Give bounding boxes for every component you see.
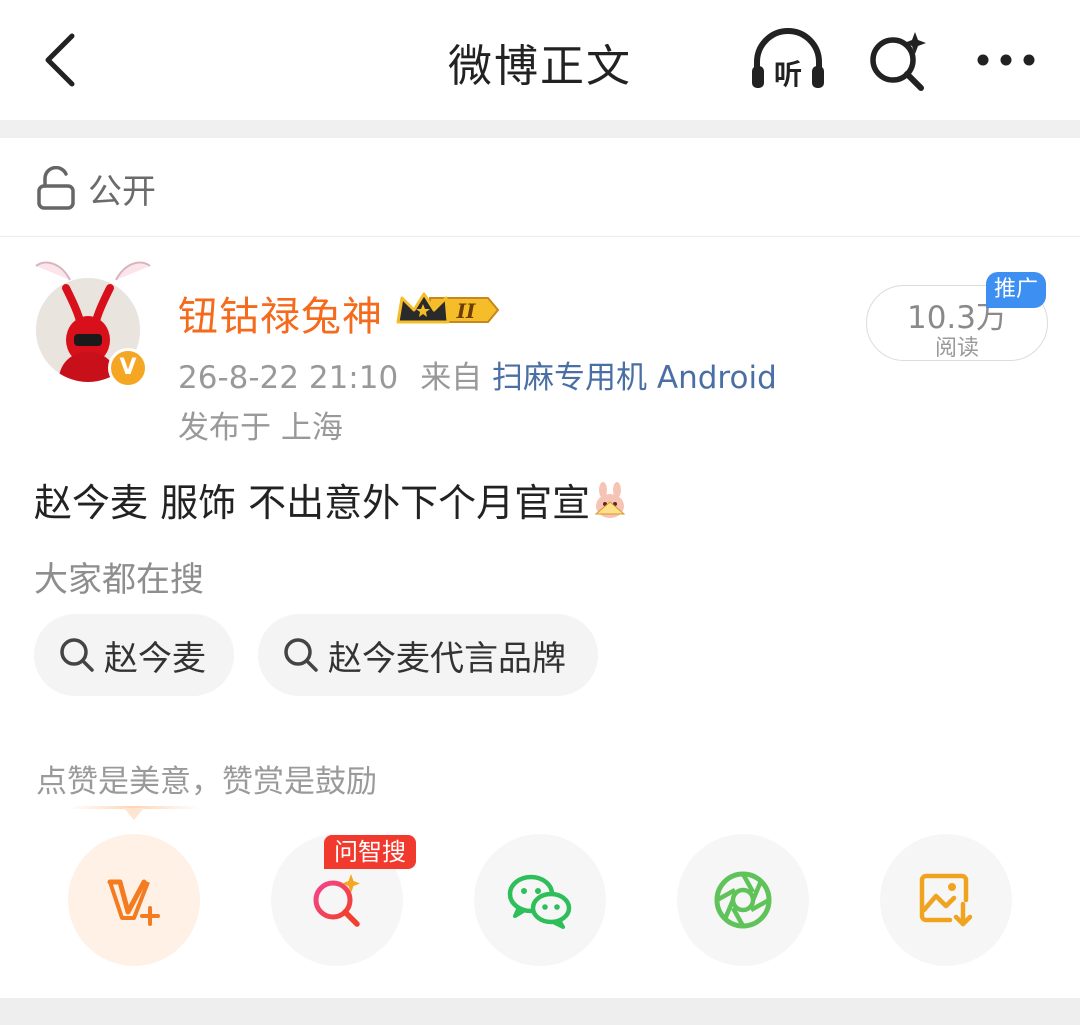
ai-search-icon — [870, 32, 926, 91]
moments-icon — [714, 871, 772, 929]
ai-search-icon — [313, 874, 360, 927]
search-chip-1[interactable]: 赵今麦 — [34, 614, 234, 696]
wechat-share-button[interactable] — [474, 834, 606, 966]
visibility-row: 公开 — [0, 138, 1080, 237]
save-image-icon — [919, 873, 973, 927]
trending-search-title: 大家都在搜 — [34, 560, 204, 600]
crown-icon: II — [396, 292, 500, 324]
svg-text:听: 听 — [774, 58, 802, 91]
search-icon — [284, 638, 318, 672]
post-timestamp: 26-8-22 21:10 — [178, 360, 399, 396]
post-meta: 26-8-22 21:10 来自 扫麻专用机 Android — [178, 352, 777, 397]
wechat-icon — [507, 874, 572, 929]
vip-plus-icon — [107, 879, 160, 926]
read-label: 阅读 — [934, 336, 979, 361]
ask-zhisou-badge: 问智搜 — [324, 835, 416, 869]
promote-tag[interactable]: 推广 — [986, 272, 1046, 308]
verified-badge: V — [108, 348, 148, 388]
moments-share-button[interactable] — [677, 834, 809, 966]
top-nav-bar: 微博正文 听 — [0, 0, 1080, 120]
level-text: II — [456, 299, 476, 323]
rabbit-fan-emoji-icon — [594, 482, 626, 518]
post-text: 赵今麦 服饰 不出意外下个月官宣 — [34, 481, 591, 525]
post-source[interactable]: 扫麻专用机 Android — [492, 360, 777, 396]
search-button[interactable] — [858, 28, 938, 92]
active-pointer — [124, 808, 144, 820]
more-dots-icon — [977, 54, 1035, 66]
post-body: 赵今麦 服饰 不出意外下个月官宣 — [34, 472, 630, 527]
author-avatar[interactable]: V — [28, 258, 158, 388]
search-icon — [60, 638, 94, 672]
save-image-button[interactable] — [880, 834, 1012, 966]
search-chip-label: 赵今麦 — [104, 638, 206, 679]
more-button[interactable] — [966, 28, 1046, 92]
listen-button[interactable]: 听 — [748, 28, 828, 92]
search-chip-label: 赵今麦代言品牌 — [328, 638, 566, 679]
visibility-label: 公开 — [88, 172, 156, 212]
member-level-badge[interactable]: II — [394, 288, 504, 332]
search-chip-2[interactable]: 赵今麦代言品牌 — [258, 614, 598, 696]
author-name[interactable]: 钮钴禄兔神 — [178, 284, 383, 342]
listen-headphone-icon: 听 — [752, 28, 824, 91]
section-divider — [0, 120, 1080, 138]
vip-plus-button[interactable] — [68, 834, 200, 966]
reward-tip: 点赞是美意，赞赏是鼓励 — [36, 764, 377, 800]
bottom-divider — [0, 998, 1080, 1025]
source-prefix: 来自 — [420, 360, 483, 396]
post-location: 发布于 上海 — [178, 410, 343, 446]
lock-open-icon — [37, 166, 75, 210]
